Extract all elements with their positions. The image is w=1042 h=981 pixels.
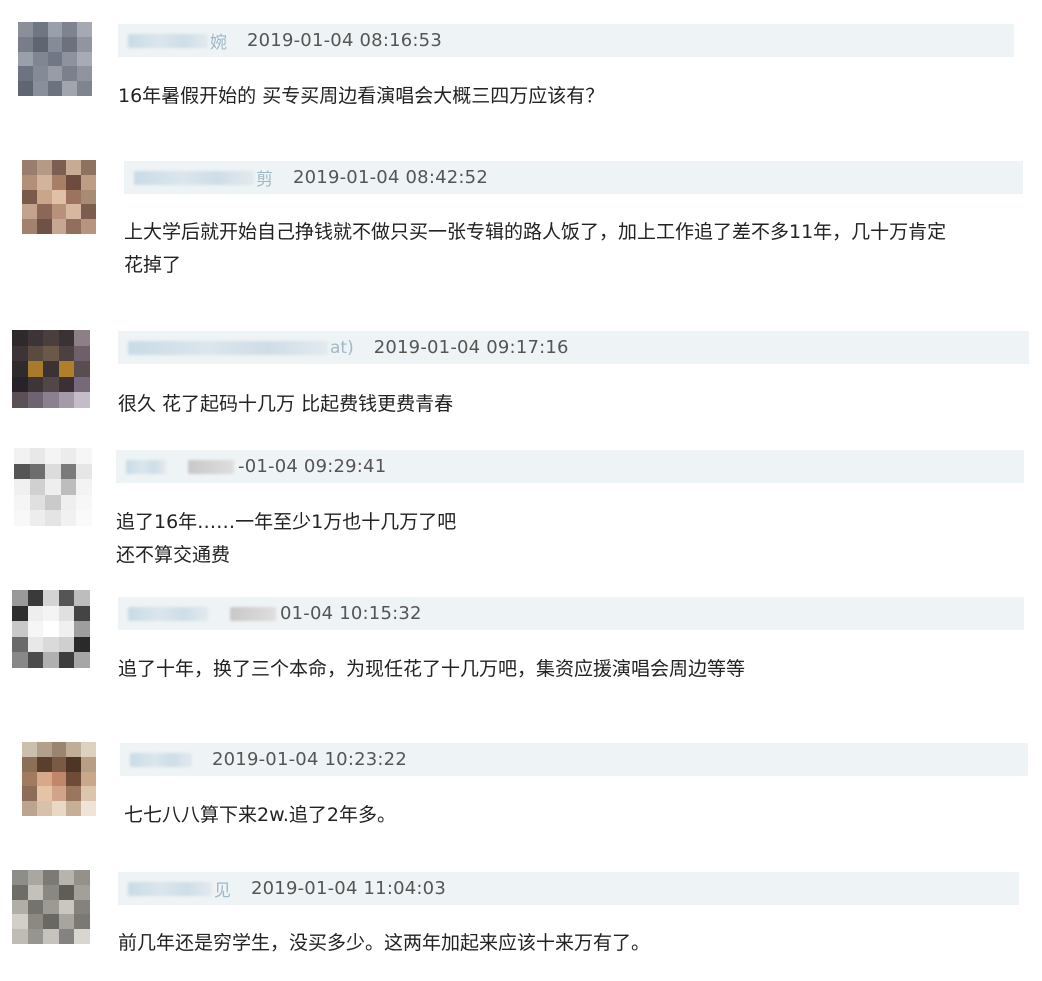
comment-text: 上大学后就开始自己挣钱就不做只买一张专辑的路人饭了，加上工作追了差不多11年，几… [124,216,946,282]
comment-line: 追了十年，换了三个本命，为现任花了十几万吧，集资应援演唱会周边等等 [118,658,746,680]
comment-meta: 01-04 10:15:32 [118,597,1024,630]
username-visible-part[interactable]: at) [330,338,354,358]
comment-text: 追了十年，换了三个本命，为现任花了十几万吧，集资应援演唱会周边等等 [118,653,745,686]
username-blurred[interactable] [188,459,234,474]
comment-text: 16年暑假开始的 买专买周边看演唱会大概三四万应该有？ [118,80,604,113]
avatar[interactable] [14,448,92,526]
username-visible-part[interactable]: 见 [214,876,231,901]
timestamp: -01-04 09:29:41 [238,456,387,477]
comment-line: 还不算交通费 [116,544,231,566]
comment-line: 花掉了 [124,254,182,276]
avatar[interactable] [22,160,96,234]
comment-line: 七七八八算下来2w.追了2年多。 [124,804,397,826]
username-blurred[interactable] [128,606,208,621]
username-blurred[interactable] [134,170,254,185]
comment-line: 前几年还是穷学生，没买多少。这两年加起来应该十来万有了。 [118,932,651,954]
timestamp: 01-04 10:15:32 [280,603,422,624]
timestamp: 2019-01-04 11:04:03 [251,878,446,899]
comment-line: 上大学后就开始自己挣钱就不做只买一张专辑的路人饭了，加上工作追了差不多11年，几… [124,221,947,243]
username-blurred[interactable] [128,33,208,48]
comment-text: 很久 花了起码十几万 比起费钱更费青春 [118,388,453,421]
avatar[interactable] [12,870,90,944]
comment-meta: 婉 2019-01-04 08:16:53 [118,24,1014,57]
comment-text: 七七八八算下来2w.追了2年多。 [124,799,396,832]
timestamp: 2019-01-04 08:16:53 [247,30,442,51]
username-blurred[interactable] [130,752,192,767]
comment-line: 追了16年……一年至少1万也十几万了吧 [116,511,457,533]
timestamp: 2019-01-04 10:23:22 [212,749,407,770]
comment-meta: -01-04 09:29:41 [116,450,1024,483]
username-blurred[interactable] [126,459,166,474]
comment-text: 前几年还是穷学生，没买多少。这两年加起来应该十来万有了。 [118,927,650,960]
username-blurred[interactable] [128,340,328,355]
username-visible-part[interactable]: 剪 [256,165,273,190]
username-blurred[interactable] [230,606,276,621]
avatar[interactable] [12,590,90,668]
comment-line: 16年暑假开始的 买专买周边看演唱会大概三四万应该有？ [118,85,605,107]
comment-meta: 2019-01-04 10:23:22 [120,743,1028,776]
username-visible-part[interactable]: 婉 [210,28,227,53]
comment-line: 很久 花了起码十几万 比起费钱更费青春 [118,393,454,415]
username-blurred[interactable] [128,881,212,896]
comment-meta: at) 2019-01-04 09:17:16 [118,331,1029,364]
timestamp: 2019-01-04 08:42:52 [293,167,488,188]
comment-meta: 见 2019-01-04 11:04:03 [118,872,1019,905]
comment-text: 追了16年……一年至少1万也十几万了吧 还不算交通费 [116,506,456,572]
comment-list: 婉 2019-01-04 08:16:53 16年暑假开始的 买专买周边看演唱会… [0,0,1042,981]
avatar[interactable] [22,742,96,816]
avatar[interactable] [12,330,90,408]
timestamp: 2019-01-04 09:17:16 [373,337,569,358]
comment-meta: 剪 2019-01-04 08:42:52 [124,161,1023,194]
avatar[interactable] [18,22,92,96]
